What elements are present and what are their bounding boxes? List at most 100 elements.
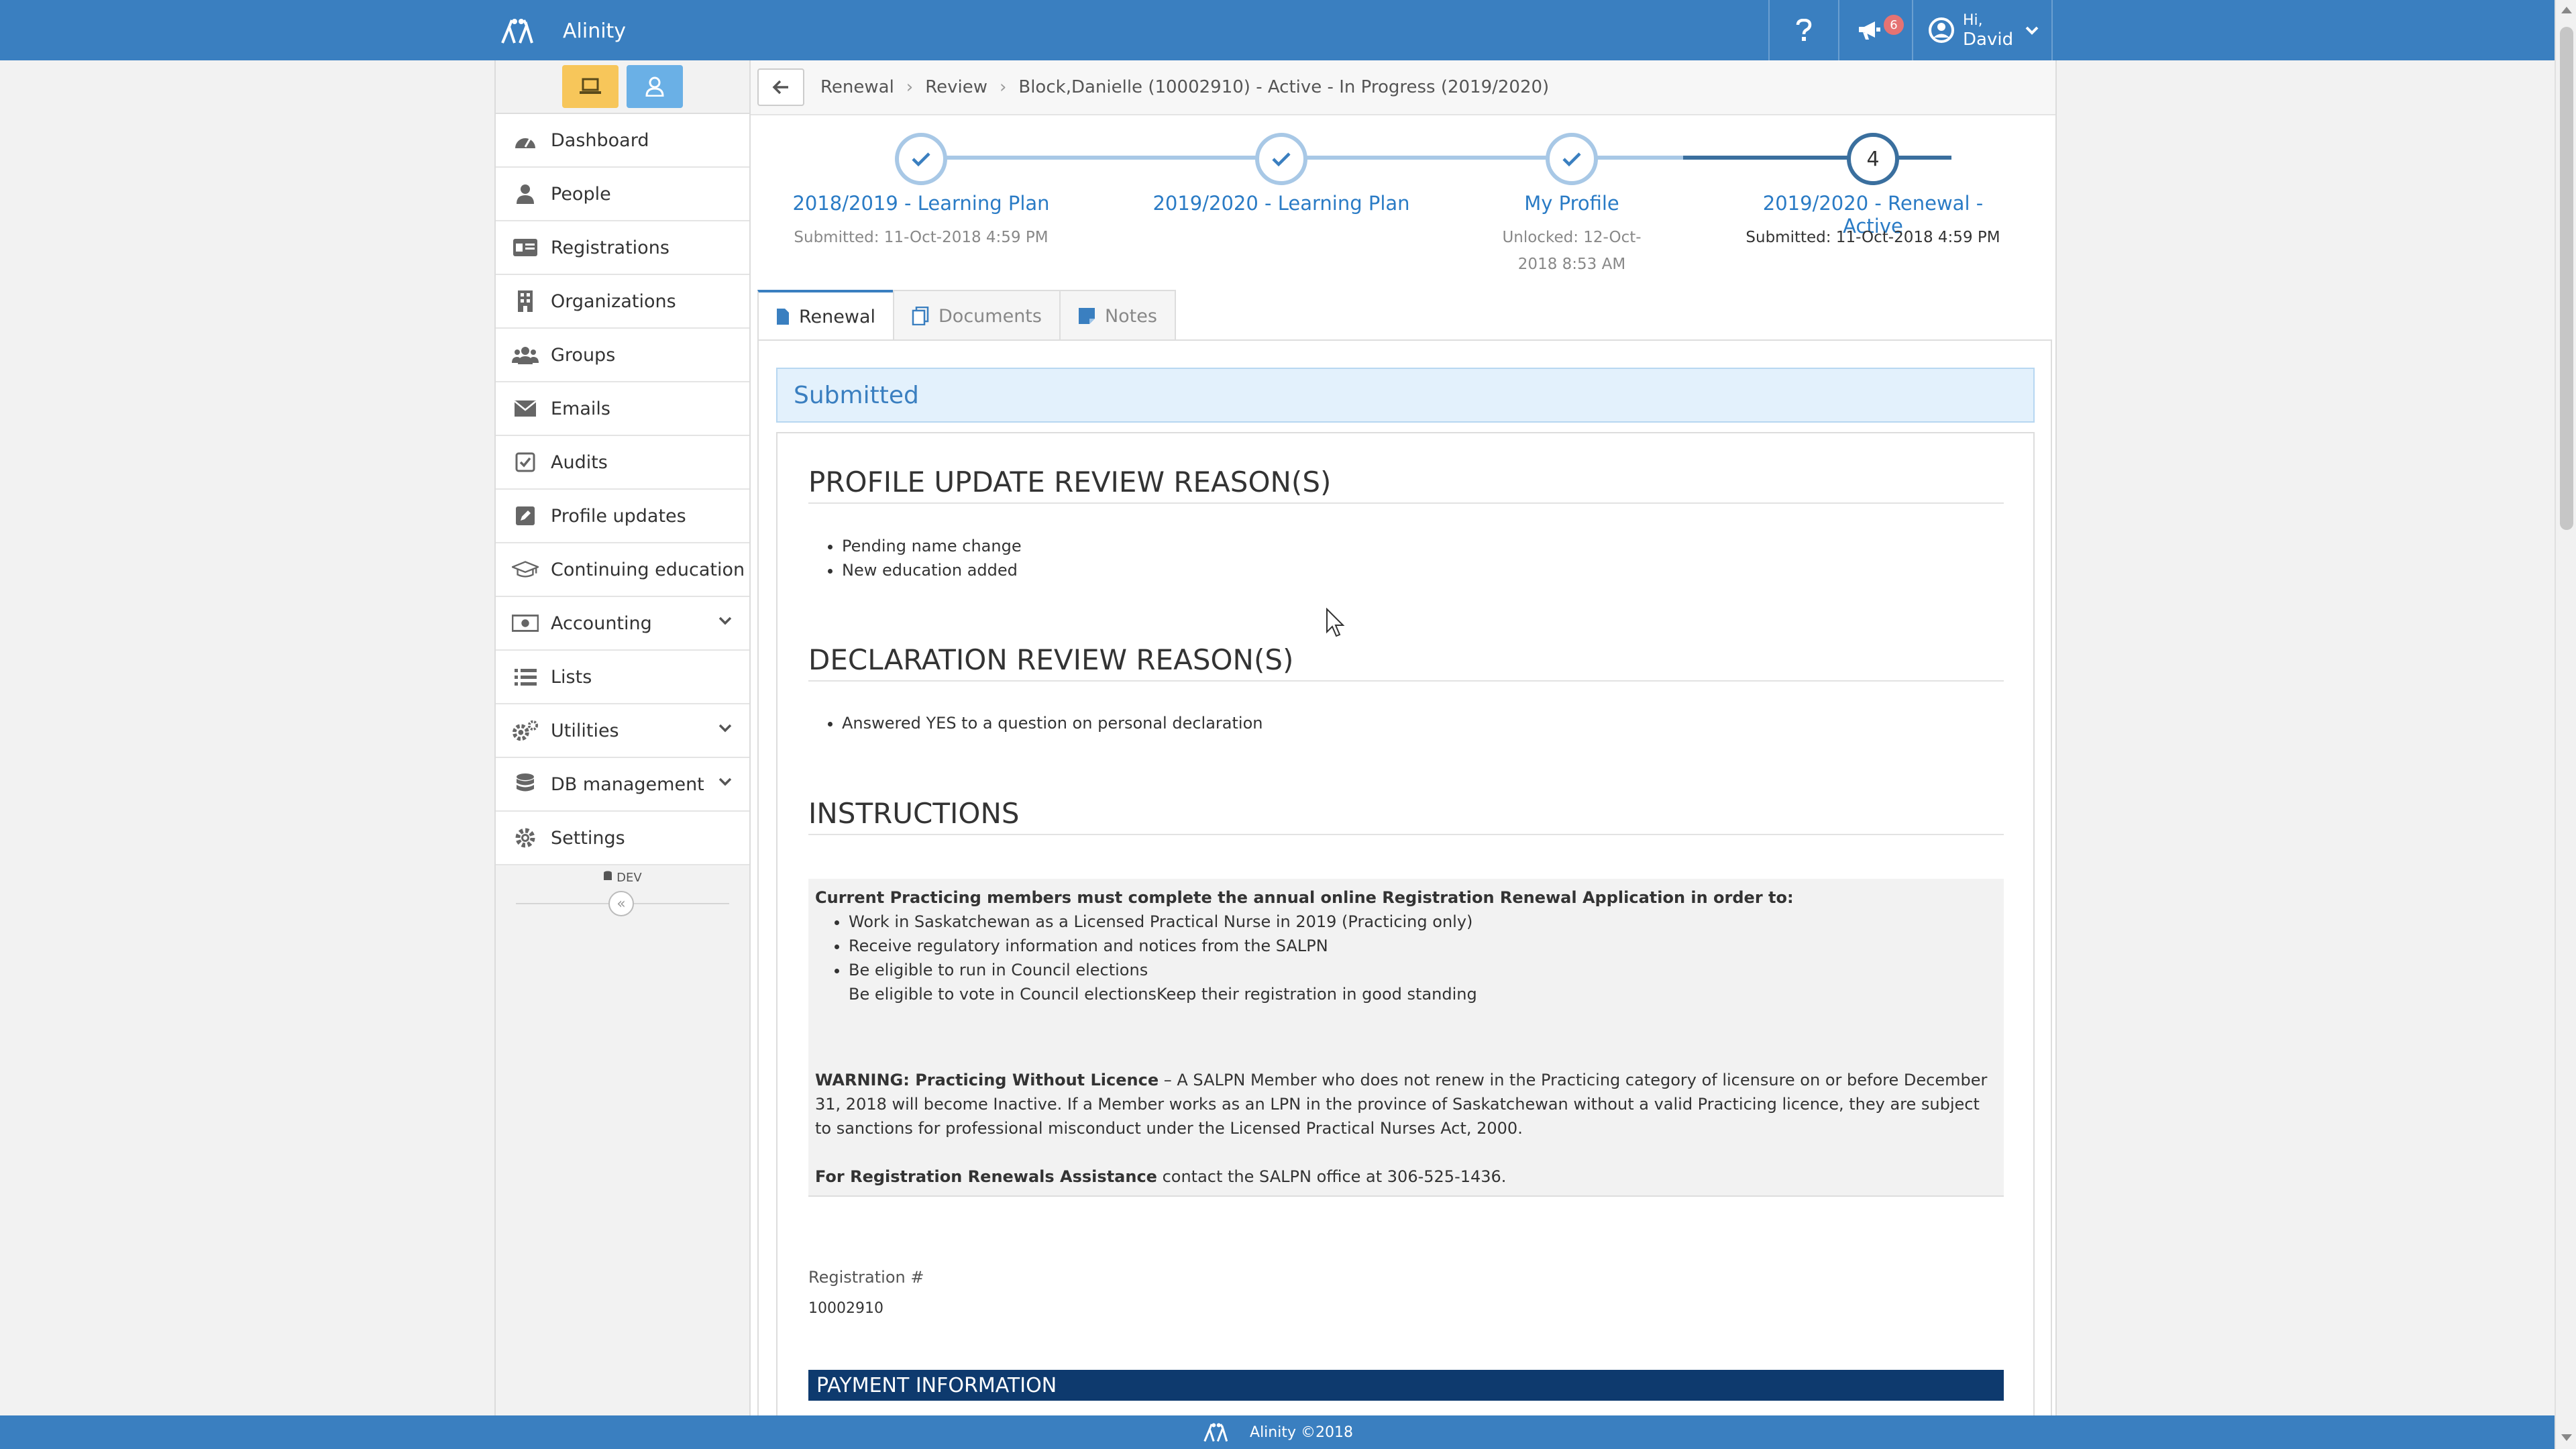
id-card-icon (512, 234, 539, 261)
sidebar-item-db-management[interactable]: DB management (496, 758, 749, 812)
profile-update-reasons: Pending name change New education added (842, 534, 1022, 582)
sidebar-item-continuing-education[interactable]: Continuing education (496, 543, 749, 597)
scroll-down-arrow-icon[interactable] (2561, 1434, 2572, 1441)
notification-count-badge: 6 (1884, 15, 1904, 35)
sidebar-item-audits[interactable]: Audits (496, 436, 749, 490)
sidebar-item-settings[interactable]: Settings (496, 812, 749, 865)
sidebar-item-profile-updates[interactable]: Profile updates (496, 490, 749, 543)
money-icon (512, 610, 539, 637)
declaration-heading: DECLARATION REVIEW REASON(S) (808, 643, 2004, 682)
scrollbar-thumb[interactable] (2560, 27, 2573, 530)
dev-environment-label: DEV (496, 865, 749, 891)
sidebar-collapse-row: « (496, 891, 749, 918)
list-item: Receive regulatory information and notic… (849, 934, 1997, 958)
list-item: Be eligible to run in Council elections (849, 958, 1997, 982)
double-chevron-left-icon: « (616, 895, 626, 912)
footer: Alinity ©2018 (0, 1415, 2555, 1449)
person-mode-button[interactable] (627, 65, 683, 108)
step-3-circle[interactable] (1546, 133, 1598, 185)
page-scrollbar[interactable] (2555, 0, 2576, 1449)
sidebar-item-organizations[interactable]: Organizations (496, 275, 749, 329)
user-menu-button[interactable]: Hi, David (1912, 0, 2053, 60)
building-icon (512, 288, 539, 315)
envelope-icon (512, 395, 539, 422)
list-item: Answered YES to a question on personal d… (842, 711, 1263, 735)
sidebar-item-accounting[interactable]: Accounting (496, 597, 749, 651)
assistance-text: contact the SALPN office at 306-525-1436… (1157, 1167, 1507, 1186)
desktop-mode-button[interactable] (562, 65, 619, 108)
dashboard-icon (512, 127, 539, 154)
list-icon (512, 663, 539, 690)
sidebar-item-lists[interactable]: Lists (496, 651, 749, 704)
sidebar-item-dashboard[interactable]: Dashboard (496, 114, 749, 168)
gear-icon (512, 824, 539, 851)
mode-switch (496, 60, 749, 114)
sticky-note-icon (1078, 307, 1095, 325)
user-outline-icon (645, 76, 664, 97)
database-icon (512, 771, 539, 798)
chevron-down-icon (718, 777, 732, 786)
step-connector (923, 156, 1295, 160)
laptop-icon (580, 78, 601, 94)
registration-number-label: Registration # (808, 1268, 924, 1287)
edit-icon (512, 502, 539, 529)
step-1-title[interactable]: 2018/2019 - Learning Plan (780, 192, 1062, 215)
step-2-title[interactable]: 2019/2020 - Learning Plan (1140, 192, 1422, 215)
instructions-intro: Current Practicing members must complete… (815, 888, 1794, 907)
step-1-circle[interactable] (895, 133, 947, 185)
instructions-list: Work in Saskatchewan as a Licensed Pract… (815, 910, 1997, 1006)
person-icon (512, 180, 539, 207)
renewal-panel: Submitted PROFILE UPDATE REVIEW REASON(S… (757, 339, 2052, 1425)
tab-bar: Renewal Documents Notes (757, 290, 1176, 341)
scroll-up-arrow-icon[interactable] (2561, 7, 2572, 13)
step-4-subtitle: Submitted: 11-Oct-2018 4:59 PM (1746, 229, 2000, 246)
step-4-circle[interactable]: 4 (1847, 133, 1899, 185)
payment-information-heading: PAYMENT INFORMATION (808, 1370, 2004, 1401)
sidebar-item-utilities[interactable]: Utilities (496, 704, 749, 758)
step-1-subtitle: Submitted: 11-Oct-2018 4:59 PM (794, 229, 1049, 246)
assistance-paragraph: For Registration Renewals Assistance con… (815, 1165, 1997, 1189)
list-item: Work in Saskatchewan as a Licensed Pract… (849, 910, 1997, 934)
status-banner: Submitted (776, 368, 2035, 423)
user-circle-icon (1929, 17, 1954, 43)
tab-notes[interactable]: Notes (1059, 290, 1176, 341)
sidebar-item-registrations[interactable]: Registrations (496, 221, 749, 275)
bullhorn-icon (1859, 21, 1880, 40)
cogs-icon (512, 717, 539, 744)
list-item: New education added (842, 558, 1022, 582)
tab-renewal[interactable]: Renewal (757, 290, 895, 341)
sidebar-item-people[interactable]: People (496, 168, 749, 221)
sidebar-item-groups[interactable]: Groups (496, 329, 749, 382)
sidebar-item-emails[interactable]: Emails (496, 382, 749, 436)
profile-update-heading: PROFILE UPDATE REVIEW REASON(S) (808, 466, 2004, 504)
progress-stepper: 4 2018/2019 - Learning Plan Submitted: 1… (751, 60, 2057, 273)
user-greeting: Hi, David (1963, 12, 2014, 50)
list-item: Be eligible to vote in Council elections… (849, 985, 1477, 1004)
brand-logo-link[interactable]: Alinity (500, 15, 626, 47)
checkmark-icon (912, 152, 930, 167)
registration-number-value: 10002910 (808, 1300, 883, 1317)
alinity-logo-icon (501, 19, 533, 44)
collapse-sidebar-button[interactable]: « (608, 891, 634, 916)
checkmark-icon (1562, 152, 1581, 167)
chevron-down-icon (718, 616, 732, 625)
graduation-cap-icon (512, 556, 539, 583)
review-content: PROFILE UPDATE REVIEW REASON(S) Pending … (776, 432, 2035, 1425)
instructions-heading: INSTRUCTIONS (808, 797, 2004, 835)
instructions-box: Current Practicing members must complete… (808, 879, 2004, 1197)
question-icon (1796, 19, 1812, 41)
step-2-circle[interactable] (1255, 133, 1307, 185)
mouse-cursor-icon (1326, 608, 1345, 637)
step-3-title[interactable]: My Profile (1431, 192, 1713, 215)
warning-label: WARNING: Practicing Without Licence (815, 1071, 1159, 1089)
footer-copyright: Alinity ©2018 (1250, 1424, 1353, 1441)
step-3-subtitle: Unlocked: 12-Oct-2018 8:53 AM (1502, 229, 1642, 273)
top-navbar: Alinity 6 Hi, David (0, 0, 2576, 60)
notifications-button[interactable]: 6 (1838, 0, 1912, 60)
step-connector (1683, 156, 1951, 160)
assistance-label: For Registration Renewals Assistance (815, 1167, 1157, 1186)
tab-documents[interactable]: Documents (893, 290, 1061, 341)
help-button[interactable] (1768, 0, 1838, 60)
chevron-down-icon (718, 724, 732, 733)
file-icon (776, 308, 790, 325)
